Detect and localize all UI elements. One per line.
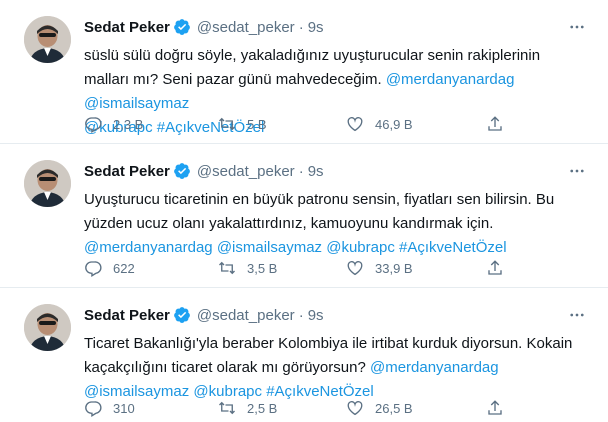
retweet-icon [219, 261, 235, 275]
verified-badge-icon [173, 162, 191, 180]
separator-dot: · [298, 18, 304, 36]
mention-link[interactable]: @merdanyanardag [386, 71, 515, 88]
tweet-header: Sedat Peker @sedat_peker · 9s [84, 304, 324, 326]
retweet-icon [219, 401, 235, 415]
like-count: 46,9 B [375, 116, 413, 132]
tweet-actions: 2,3 B 5 B 46,9 B [84, 114, 514, 134]
mention-link[interactable]: @merdanyanardag [370, 359, 499, 376]
tweet[interactable]: Sedat Peker @sedat_peker · 9s süslü sülü… [0, 0, 608, 144]
timestamp[interactable]: 9s [308, 19, 324, 36]
tweet[interactable]: Sedat Peker @sedat_peker · 9s Uyuşturucu… [0, 144, 608, 288]
mention-link[interactable]: @ismailsaymaz [84, 95, 189, 112]
reply-icon [85, 117, 102, 133]
author-handle[interactable]: @sedat_peker [197, 307, 295, 324]
separator-dot: · [298, 306, 304, 324]
reply-button[interactable]: 2,3 B [84, 114, 143, 134]
retweet-count: 5 B [247, 116, 267, 132]
author-name[interactable]: Sedat Peker [84, 307, 170, 324]
like-count: 33,9 B [375, 260, 413, 276]
author-name[interactable]: Sedat Peker [84, 19, 170, 36]
reply-count: 310 [113, 400, 135, 416]
text-segment: Ticaret Bakanlığı'yla beraber Kolombiya … [84, 335, 573, 376]
like-button[interactable]: 46,9 B [346, 114, 413, 134]
tweet-actions: 310 2,5 B 26,5 B [84, 398, 514, 418]
reply-button[interactable]: 622 [84, 258, 135, 278]
tweet-text: Ticaret Bakanlığı'yla beraber Kolombiya … [84, 332, 584, 404]
author-name[interactable]: Sedat Peker [84, 163, 170, 180]
reply-icon [85, 401, 102, 417]
like-icon [347, 401, 363, 416]
more-options-icon[interactable] [566, 16, 588, 38]
hashtag-link[interactable]: #AçıkveNetÖzel [399, 239, 507, 256]
like-icon [347, 117, 363, 132]
mention-link[interactable]: @kubrapc [326, 239, 395, 256]
more-options-icon[interactable] [566, 304, 588, 326]
verified-badge-icon [173, 18, 191, 36]
share-icon [488, 400, 502, 415]
timestamp[interactable]: 9s [308, 163, 324, 180]
retweet-count: 3,5 B [247, 260, 278, 276]
author-handle[interactable]: @sedat_peker [197, 19, 295, 36]
like-button[interactable]: 33,9 B [346, 258, 413, 278]
avatar[interactable] [24, 304, 71, 351]
share-button[interactable] [486, 398, 504, 418]
avatar[interactable] [24, 16, 71, 63]
tweet[interactable]: Sedat Peker @sedat_peker · 9s Ticaret Ba… [0, 288, 608, 422]
reply-count: 2,3 B [113, 116, 144, 132]
retweet-count: 2,5 B [247, 400, 278, 416]
reply-button[interactable]: 310 [84, 398, 135, 418]
like-icon [347, 261, 363, 276]
author-handle[interactable]: @sedat_peker [197, 163, 295, 180]
avatar[interactable] [24, 160, 71, 207]
share-button[interactable] [486, 258, 504, 278]
share-icon [488, 260, 502, 275]
retweet-icon [219, 117, 235, 131]
reply-icon [85, 261, 102, 277]
tweet-header: Sedat Peker @sedat_peker · 9s [84, 16, 324, 38]
share-icon [488, 116, 502, 131]
tweet-text: Uyuşturucu ticaretinin en büyük patronu … [84, 188, 584, 260]
retweet-button[interactable]: 5 B [218, 114, 267, 134]
timestamp[interactable]: 9s [308, 307, 324, 324]
tweet-actions: 622 3,5 B 33,9 B [84, 258, 514, 278]
reply-count: 622 [113, 260, 135, 276]
retweet-button[interactable]: 2,5 B [218, 398, 277, 418]
like-button[interactable]: 26,5 B [346, 398, 413, 418]
more-options-icon[interactable] [566, 160, 588, 182]
mention-link[interactable]: @ismailsaymaz [217, 239, 322, 256]
mention-link[interactable]: @merdanyanardag [84, 239, 213, 256]
share-button[interactable] [486, 114, 504, 134]
verified-badge-icon [173, 306, 191, 324]
text-segment: Uyuşturucu ticaretinin en büyük patronu … [84, 191, 555, 232]
tweet-header: Sedat Peker @sedat_peker · 9s [84, 160, 324, 182]
retweet-button[interactable]: 3,5 B [218, 258, 277, 278]
separator-dot: · [298, 162, 304, 180]
like-count: 26,5 B [375, 400, 413, 416]
